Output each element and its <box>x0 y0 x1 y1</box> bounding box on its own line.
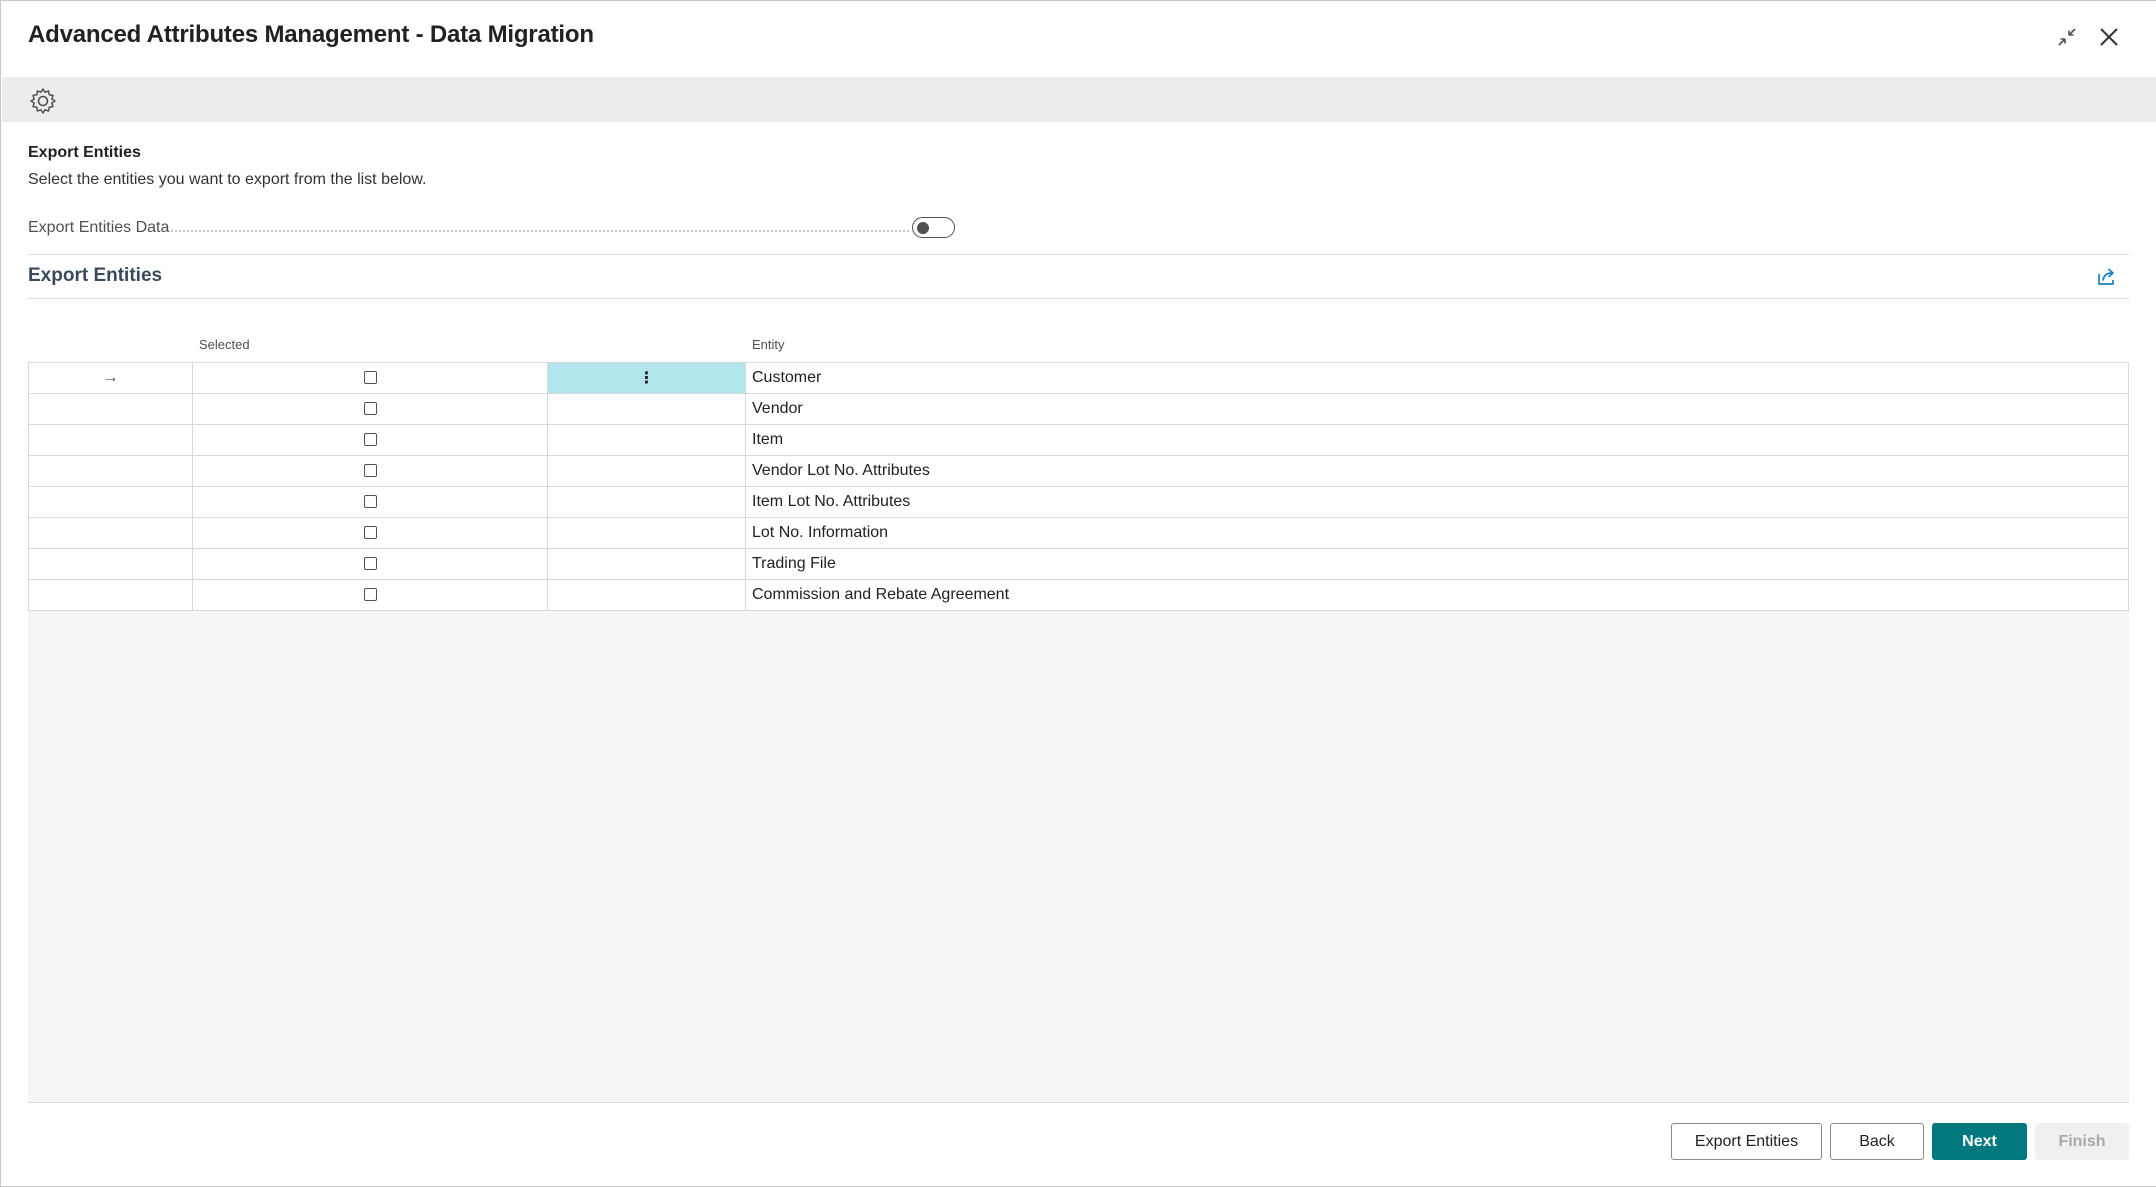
gear-icon[interactable] <box>28 86 58 116</box>
selected-checkbox[interactable] <box>363 464 377 478</box>
entity-cell[interactable]: Vendor <box>745 393 2129 425</box>
selected-checkbox[interactable] <box>363 402 377 416</box>
row-actions-cell[interactable] <box>547 424 746 456</box>
more-options-icon[interactable]: ⋮ <box>639 370 655 387</box>
divider <box>28 298 2129 299</box>
row-indicator-cell[interactable] <box>28 424 193 456</box>
entity-cell[interactable]: Lot No. Information <box>745 517 2129 549</box>
row-indicator-cell[interactable] <box>28 548 193 580</box>
entity-cell[interactable]: Commission and Rebate Agreement <box>745 579 2129 611</box>
section-description: Select the entities you want to export f… <box>28 171 427 188</box>
selected-cell <box>192 424 548 456</box>
part-title[interactable]: Export Entities <box>28 265 162 287</box>
entity-cell[interactable]: Customer <box>745 362 2129 394</box>
row-actions-cell[interactable] <box>547 517 746 549</box>
row-actions-cell[interactable]: ⋮ <box>547 362 746 394</box>
selected-checkbox[interactable] <box>363 495 377 509</box>
row-actions-cell[interactable] <box>547 393 746 425</box>
row-actions-cell[interactable] <box>547 548 746 580</box>
finish-button: Finish <box>2035 1123 2129 1160</box>
selected-cell <box>192 393 548 425</box>
dialog-title: Advanced Attributes Management - Data Mi… <box>28 21 594 48</box>
close-icon[interactable] <box>2095 23 2123 51</box>
entity-cell[interactable]: Trading File <box>745 548 2129 580</box>
back-button[interactable]: Back <box>1830 1123 1924 1160</box>
selected-cell <box>192 579 548 611</box>
export-data-toggle[interactable] <box>912 217 955 238</box>
selected-cell <box>192 517 548 549</box>
field-dotted-leader <box>171 230 909 232</box>
selected-cell <box>192 548 548 580</box>
selected-checkbox[interactable] <box>363 588 377 602</box>
entity-cell[interactable]: Item <box>745 424 2129 456</box>
row-indicator-cell[interactable] <box>28 486 193 518</box>
row-indicator-cell[interactable] <box>28 579 193 611</box>
row-actions-cell[interactable] <box>547 486 746 518</box>
column-header-selected[interactable]: Selected <box>199 337 250 352</box>
toggle-knob <box>917 221 929 234</box>
arrow-right-icon: → <box>102 369 119 386</box>
row-indicator-cell[interactable] <box>28 393 193 425</box>
divider <box>28 254 2129 255</box>
collapse-icon[interactable] <box>2053 23 2081 51</box>
selected-checkbox[interactable] <box>363 433 377 447</box>
row-indicator-cell[interactable] <box>28 455 193 487</box>
table-row[interactable]: Item Lot No. Attributes <box>28 486 2129 518</box>
selected-cell <box>192 455 548 487</box>
table-row[interactable]: Lot No. Information <box>28 517 2129 549</box>
table-row[interactable]: Item <box>28 424 2129 456</box>
next-button[interactable]: Next <box>1932 1123 2027 1160</box>
row-actions-cell[interactable] <box>547 579 746 611</box>
entity-cell[interactable]: Item Lot No. Attributes <box>745 486 2129 518</box>
selected-cell <box>192 362 548 394</box>
selected-cell <box>192 486 548 518</box>
selected-checkbox[interactable] <box>363 371 377 385</box>
share-icon[interactable] <box>2096 267 2118 287</box>
row-indicator-cell[interactable] <box>28 517 193 549</box>
entity-cell[interactable]: Vendor Lot No. Attributes <box>745 455 2129 487</box>
table-row[interactable]: Trading File <box>28 548 2129 580</box>
column-header-entity[interactable]: Entity <box>752 337 785 352</box>
wizard-dialog: Advanced Attributes Management - Data Mi… <box>0 0 2156 1187</box>
export-entities-button[interactable]: Export Entities <box>1671 1123 1822 1160</box>
action-bar <box>2 77 2156 122</box>
export-data-label: Export Entities Data <box>28 219 170 236</box>
table-row[interactable]: → ⋮ Customer <box>28 362 2129 394</box>
row-indicator-cell[interactable]: → <box>28 362 193 394</box>
selected-checkbox[interactable] <box>363 526 377 540</box>
table-row[interactable]: Vendor <box>28 393 2129 425</box>
entities-grid: → ⋮ Customer Vendor Item Vendor Lot No. Attri… <box>28 362 2129 611</box>
table-row[interactable]: Vendor Lot No. Attributes <box>28 455 2129 487</box>
selected-checkbox[interactable] <box>363 557 377 571</box>
section-heading: Export Entities <box>28 144 141 161</box>
row-actions-cell[interactable] <box>547 455 746 487</box>
table-row[interactable]: Commission and Rebate Agreement <box>28 579 2129 611</box>
